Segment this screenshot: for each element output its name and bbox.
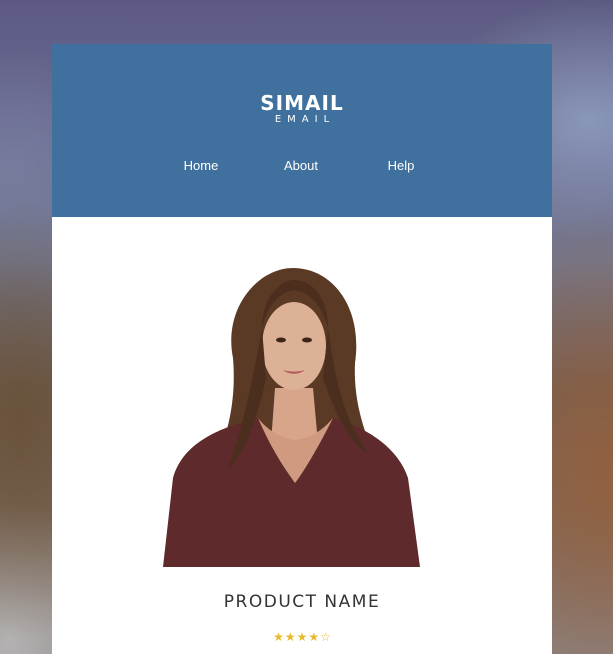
brand-name: SIMAIL: [260, 91, 344, 115]
star-icon: ★: [308, 630, 320, 644]
star-icon: ★: [296, 630, 308, 644]
star-icon: ★: [273, 630, 284, 644]
left-eye: [276, 337, 286, 343]
brand-logo[interactable]: SIMAIL EMAIL: [52, 92, 552, 126]
star-icon: ★: [284, 630, 296, 644]
nav-help-link[interactable]: Help: [388, 158, 415, 174]
face-shape: [262, 302, 326, 390]
product-image[interactable]: [163, 268, 420, 567]
product-name: PRODUCT NAME: [223, 592, 381, 612]
nav-about-link[interactable]: About: [284, 158, 318, 174]
right-eye: [302, 337, 312, 343]
email-card: SIMAIL EMAIL Home About Help PRODUCT NAM…: [52, 44, 552, 654]
main-nav: Home About Help: [52, 158, 552, 174]
star-rating: ★★★★☆: [52, 630, 552, 644]
brand-tagline: EMAIL: [274, 114, 336, 125]
nav-home-link[interactable]: Home: [184, 158, 219, 174]
star-outline-icon: ☆: [320, 630, 331, 644]
email-header: SIMAIL EMAIL Home About Help: [52, 44, 552, 217]
